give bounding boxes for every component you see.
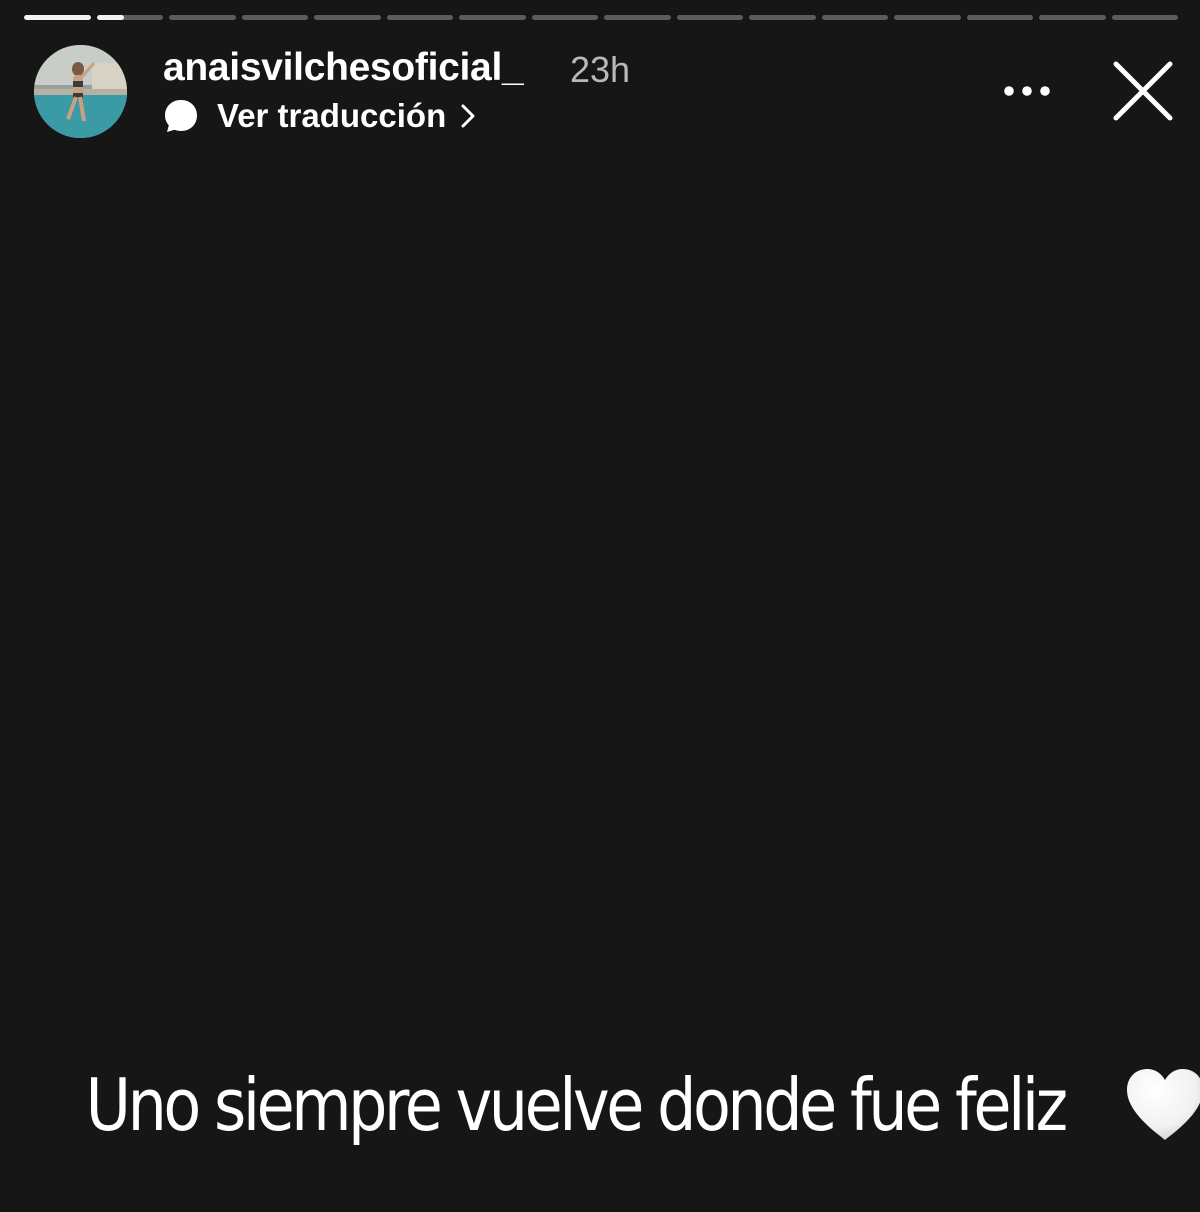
story-progress-segment <box>314 15 381 20</box>
story-progress-fill <box>24 15 91 20</box>
story-progress-segment <box>821 15 888 20</box>
see-translation-button[interactable]: Ver traducción <box>163 94 476 138</box>
story-progress-segment <box>96 15 163 20</box>
caption-text: Uno siempre vuelve donde fue feliz <box>85 1063 1068 1147</box>
username-link[interactable]: anaisvilchesoficial_ <box>163 46 524 90</box>
story-progress-segment <box>1039 15 1106 20</box>
story-timestamp: 23h <box>570 49 631 90</box>
story-progress-segment <box>894 15 961 20</box>
see-translation-label: Ver traducción <box>217 97 447 134</box>
story-progress-segment <box>241 15 308 20</box>
story-caption: Uno siempre vuelve donde fue feliz <box>0 1063 1200 1147</box>
story-progress-segment <box>966 15 1033 20</box>
story-progress-segment <box>459 15 526 20</box>
story-progress-segment <box>676 15 743 20</box>
story-progress-segment <box>604 15 671 20</box>
translation-bubble-icon <box>165 100 197 132</box>
profile-photo-icon <box>34 45 127 138</box>
story-progress-segment <box>531 15 598 20</box>
story-progress-segment <box>169 15 236 20</box>
story-progress-bar <box>24 15 1178 20</box>
close-icon[interactable] <box>1110 60 1174 124</box>
avatar[interactable] <box>34 45 127 138</box>
story-progress-segment <box>24 15 91 20</box>
more-horizontal-icon[interactable] <box>998 76 1056 106</box>
chevron-right-icon <box>461 104 475 128</box>
story-progress-segment <box>749 15 816 20</box>
story-progress-fill <box>96 15 125 20</box>
story-progress-segment <box>1111 15 1178 20</box>
story-progress-segment <box>386 15 453 20</box>
white-heart-icon <box>1126 1069 1200 1140</box>
